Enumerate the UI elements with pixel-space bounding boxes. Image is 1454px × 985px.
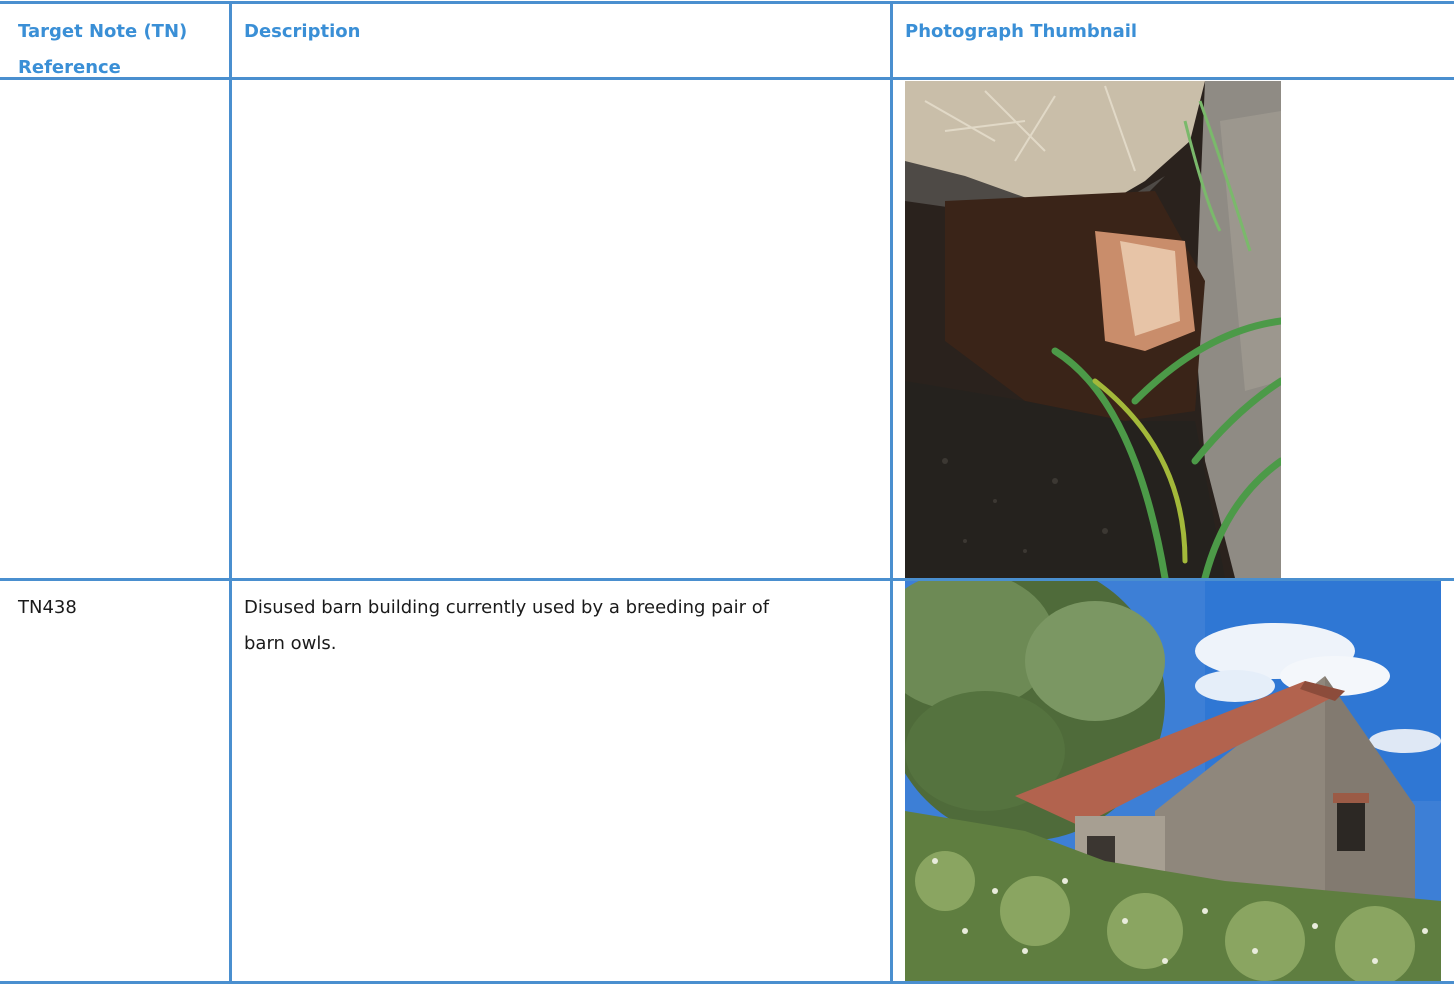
description-line1: Disused barn building currently used by … — [244, 597, 770, 618]
column-divider-1 — [229, 1, 232, 984]
target-notes-table: Target Note (TN) Reference Description P… — [0, 0, 1454, 985]
header-photo: Photograph Thumbnail — [905, 21, 1138, 42]
barn-photo — [905, 581, 1441, 981]
header-ref-line2: Reference — [18, 57, 121, 78]
header-bottom-border — [0, 77, 1454, 80]
description-line2: barn owls. — [244, 633, 337, 654]
burrow-photo-image — [905, 81, 1281, 578]
row-description-tn438: Disused barn building currently used by … — [244, 590, 874, 662]
column-divider-2 — [890, 1, 893, 984]
header-ref: Target Note (TN) Reference — [18, 14, 218, 86]
row-ref-tn438: TN438 — [18, 597, 77, 618]
burrow-photo — [905, 81, 1281, 578]
header-description: Description — [244, 21, 361, 42]
table-bottom-border — [0, 981, 1454, 984]
barn-photo-image — [905, 581, 1441, 981]
table-top-border — [0, 1, 1454, 4]
header-ref-line1: Target Note (TN) — [18, 21, 188, 42]
